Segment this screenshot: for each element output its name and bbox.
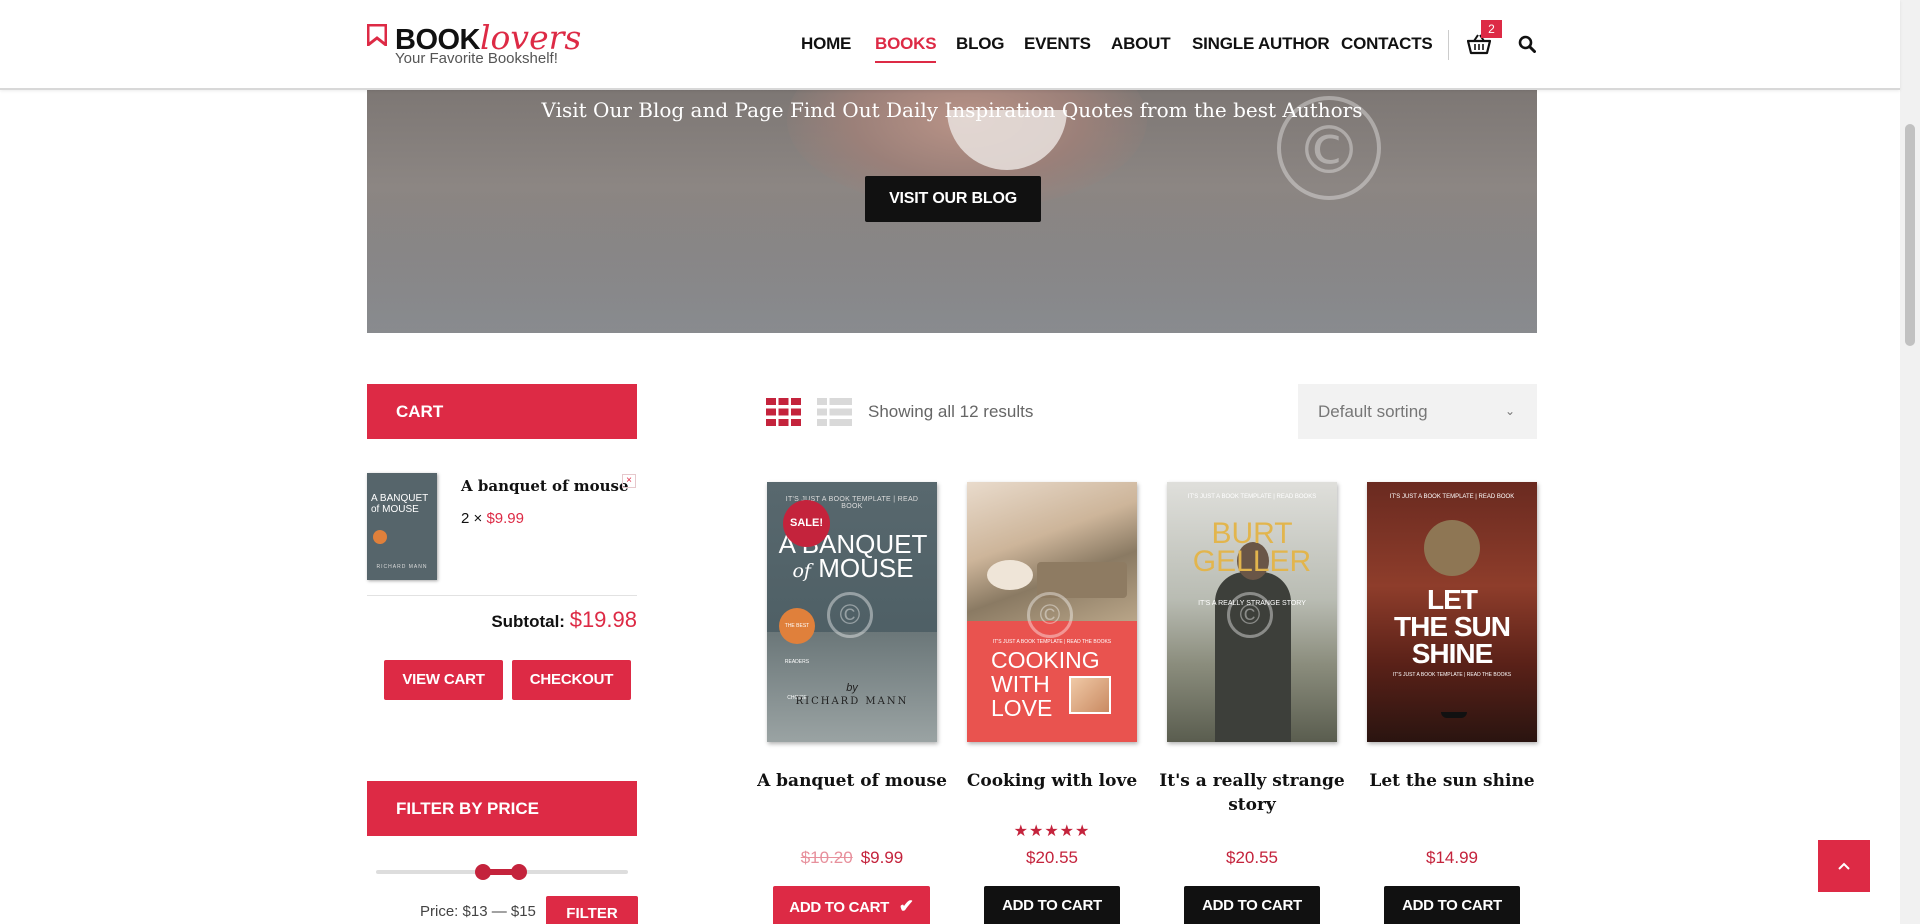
copyright-watermark-icon: ©	[827, 592, 873, 638]
nav-item-events[interactable]: EVENTS	[1024, 34, 1091, 54]
cart-divider	[367, 595, 637, 596]
cover-by: by	[846, 682, 858, 694]
cart-subtotal: Subtotal: $19.98	[367, 607, 637, 633]
chevron-up-icon	[1838, 862, 1850, 870]
add-to-cart-button[interactable]: ADD TO CART	[984, 886, 1120, 924]
product-price: $10.20 $9.99	[767, 848, 937, 868]
cart-item-price: $9.99	[486, 510, 524, 527]
copyright-watermark-icon: ©	[1227, 592, 1273, 638]
filter-widget-title: FILTER BY PRICE	[367, 781, 637, 836]
bookmark-logo-icon	[367, 24, 387, 46]
nav-item-about[interactable]: ABOUT	[1111, 34, 1171, 54]
cart-item-quantity: 2 × $9.99	[461, 510, 524, 527]
product-price: $14.99	[1426, 848, 1478, 867]
product-old-price: $10.20	[800, 848, 853, 867]
scrollbar-thumb[interactable]	[1905, 124, 1915, 346]
product-title[interactable]: It's a really strange story	[1157, 769, 1347, 817]
add-to-cart-button[interactable]: ADD TO CART	[1384, 886, 1520, 924]
site-header: BOOKlovers Your Favorite Bookshelf! HOME…	[0, 0, 1900, 90]
logo-tagline: Your Favorite Bookshelf!	[395, 50, 558, 67]
nav-item-books[interactable]: BOOKS	[875, 34, 937, 63]
filter-button[interactable]: FILTER	[546, 896, 638, 924]
grid-view-icon[interactable]	[766, 398, 801, 426]
checkout-button[interactable]: CHECKOUT	[512, 660, 631, 700]
product-title[interactable]: Let the sun shine	[1357, 769, 1547, 793]
cover-author: RICHARD MANN	[795, 696, 909, 707]
hero-banner: © Visit Our Blog and Page Find Out Daily…	[367, 90, 1537, 333]
subtotal-label: Subtotal:	[491, 612, 565, 631]
hero-text: Visit Our Blog and Page Find Out Daily I…	[541, 98, 1363, 122]
subtotal-value: $19.98	[569, 607, 637, 632]
nav-item-blog[interactable]: BLOG	[956, 34, 1005, 54]
copyright-watermark-icon: ©	[1027, 592, 1073, 638]
nav-item-contacts[interactable]: CONTACTS	[1341, 34, 1433, 54]
cover-title-line2: GELLER	[1192, 545, 1312, 578]
mini-cover-badge	[373, 530, 387, 544]
result-count: Showing all 12 results	[868, 402, 1034, 421]
product-cover-image[interactable]: IT'S JUST A BOOK TEMPLATE | READ BOOK LE…	[1367, 482, 1537, 742]
cover-title-line2: of	[792, 560, 811, 582]
cover-title-line3: MOUSE	[818, 553, 914, 583]
cart-item-qty: 2 ×	[461, 510, 483, 527]
remove-item-icon[interactable]: ×	[622, 474, 636, 488]
nav-item-single-author[interactable]: SINGLE AUTHOR	[1192, 34, 1330, 54]
product-cover-image[interactable]: IT'S JUST A BOOK TEMPLATE | READ BOOKS B…	[1167, 482, 1337, 742]
checkmark-icon: ✔	[898, 896, 914, 916]
sale-badge: SALE!	[783, 500, 830, 547]
chevron-down-icon: ⌄	[1504, 404, 1515, 418]
add-to-cart-button[interactable]: ADD TO CART ✔	[773, 886, 930, 924]
price-range-label: Price: $13 — $15	[420, 903, 536, 920]
cover-sub-text: IT'S JUST A BOOK TEMPLATE | READ THE BOO…	[1392, 672, 1512, 678]
product-sale-price: $9.99	[860, 848, 904, 867]
cover-inset-photo	[1069, 676, 1111, 714]
cover-boat	[1441, 712, 1467, 718]
cover-top-text: IT'S JUST A BOOK TEMPLATE | READ BOOK	[1389, 494, 1515, 500]
cover-title-line2: WITH	[991, 671, 1050, 697]
cover-title-line3: LOVE	[991, 695, 1053, 721]
add-to-cart-button[interactable]: ADD TO CART	[1184, 886, 1320, 924]
product-cover-image[interactable]: IT'S JUST A BOOK TEMPLATE | READ BOOK A …	[767, 482, 937, 742]
nav-item-home[interactable]: HOME	[801, 34, 851, 54]
cart-widget-title: CART	[367, 384, 637, 439]
mini-cover-title: A BANQUET of MOUSE	[371, 493, 429, 515]
product-cover-image[interactable]: © IT'S JUST A BOOK TEMPLATE | READ THE B…	[967, 482, 1137, 742]
product-title[interactable]: Cooking with love	[957, 769, 1147, 793]
cart-count-badge: 2	[1481, 20, 1502, 38]
nav-divider	[1448, 30, 1449, 60]
list-view-icon[interactable]	[817, 398, 852, 426]
cover-title-line1: COOKING	[991, 647, 1100, 673]
cover-title-line3: SHINE	[1411, 638, 1494, 669]
price-slider-min-handle[interactable]	[475, 864, 491, 880]
price-slider-max-handle[interactable]	[511, 864, 527, 880]
cart-item-cover[interactable]: A BANQUET of MOUSE RICHARD MANN	[367, 473, 437, 580]
add-to-cart-label: ADD TO CART	[789, 899, 890, 916]
sort-selected-value: Default sorting	[1318, 402, 1428, 421]
cover-top-text: IT'S JUST A BOOK TEMPLATE | READ BOOKS	[1187, 494, 1317, 500]
sort-select[interactable]: Default sorting ⌄	[1298, 384, 1537, 439]
product-title[interactable]: A banquet of mouse	[757, 769, 947, 793]
cover-photo-bowl	[987, 560, 1033, 590]
product-price: $20.55	[1026, 848, 1078, 867]
mini-cover-author: RICHARD MANN	[376, 564, 428, 570]
star-rating-icon: ★★★★★	[1013, 823, 1091, 840]
back-to-top-button[interactable]	[1818, 840, 1870, 892]
cover-title: LET THE SUN SHINE	[1367, 586, 1537, 669]
search-icon[interactable]	[1518, 35, 1536, 53]
cover-title: BURT GELLER	[1167, 519, 1337, 578]
cart-item-title[interactable]: A banquet of mouse	[461, 477, 629, 495]
cover-badge: THE BEST READERS CHOICE	[779, 608, 815, 701]
product-price: $20.55	[1226, 848, 1278, 867]
view-cart-button[interactable]: VIEW CART	[384, 660, 503, 700]
cover-sun	[1424, 520, 1480, 576]
cover-sub-text: IT'S JUST A BOOK TEMPLATE | READ THE BOO…	[992, 639, 1112, 645]
visit-blog-button[interactable]: VISIT OUR BLOG	[865, 176, 1041, 222]
